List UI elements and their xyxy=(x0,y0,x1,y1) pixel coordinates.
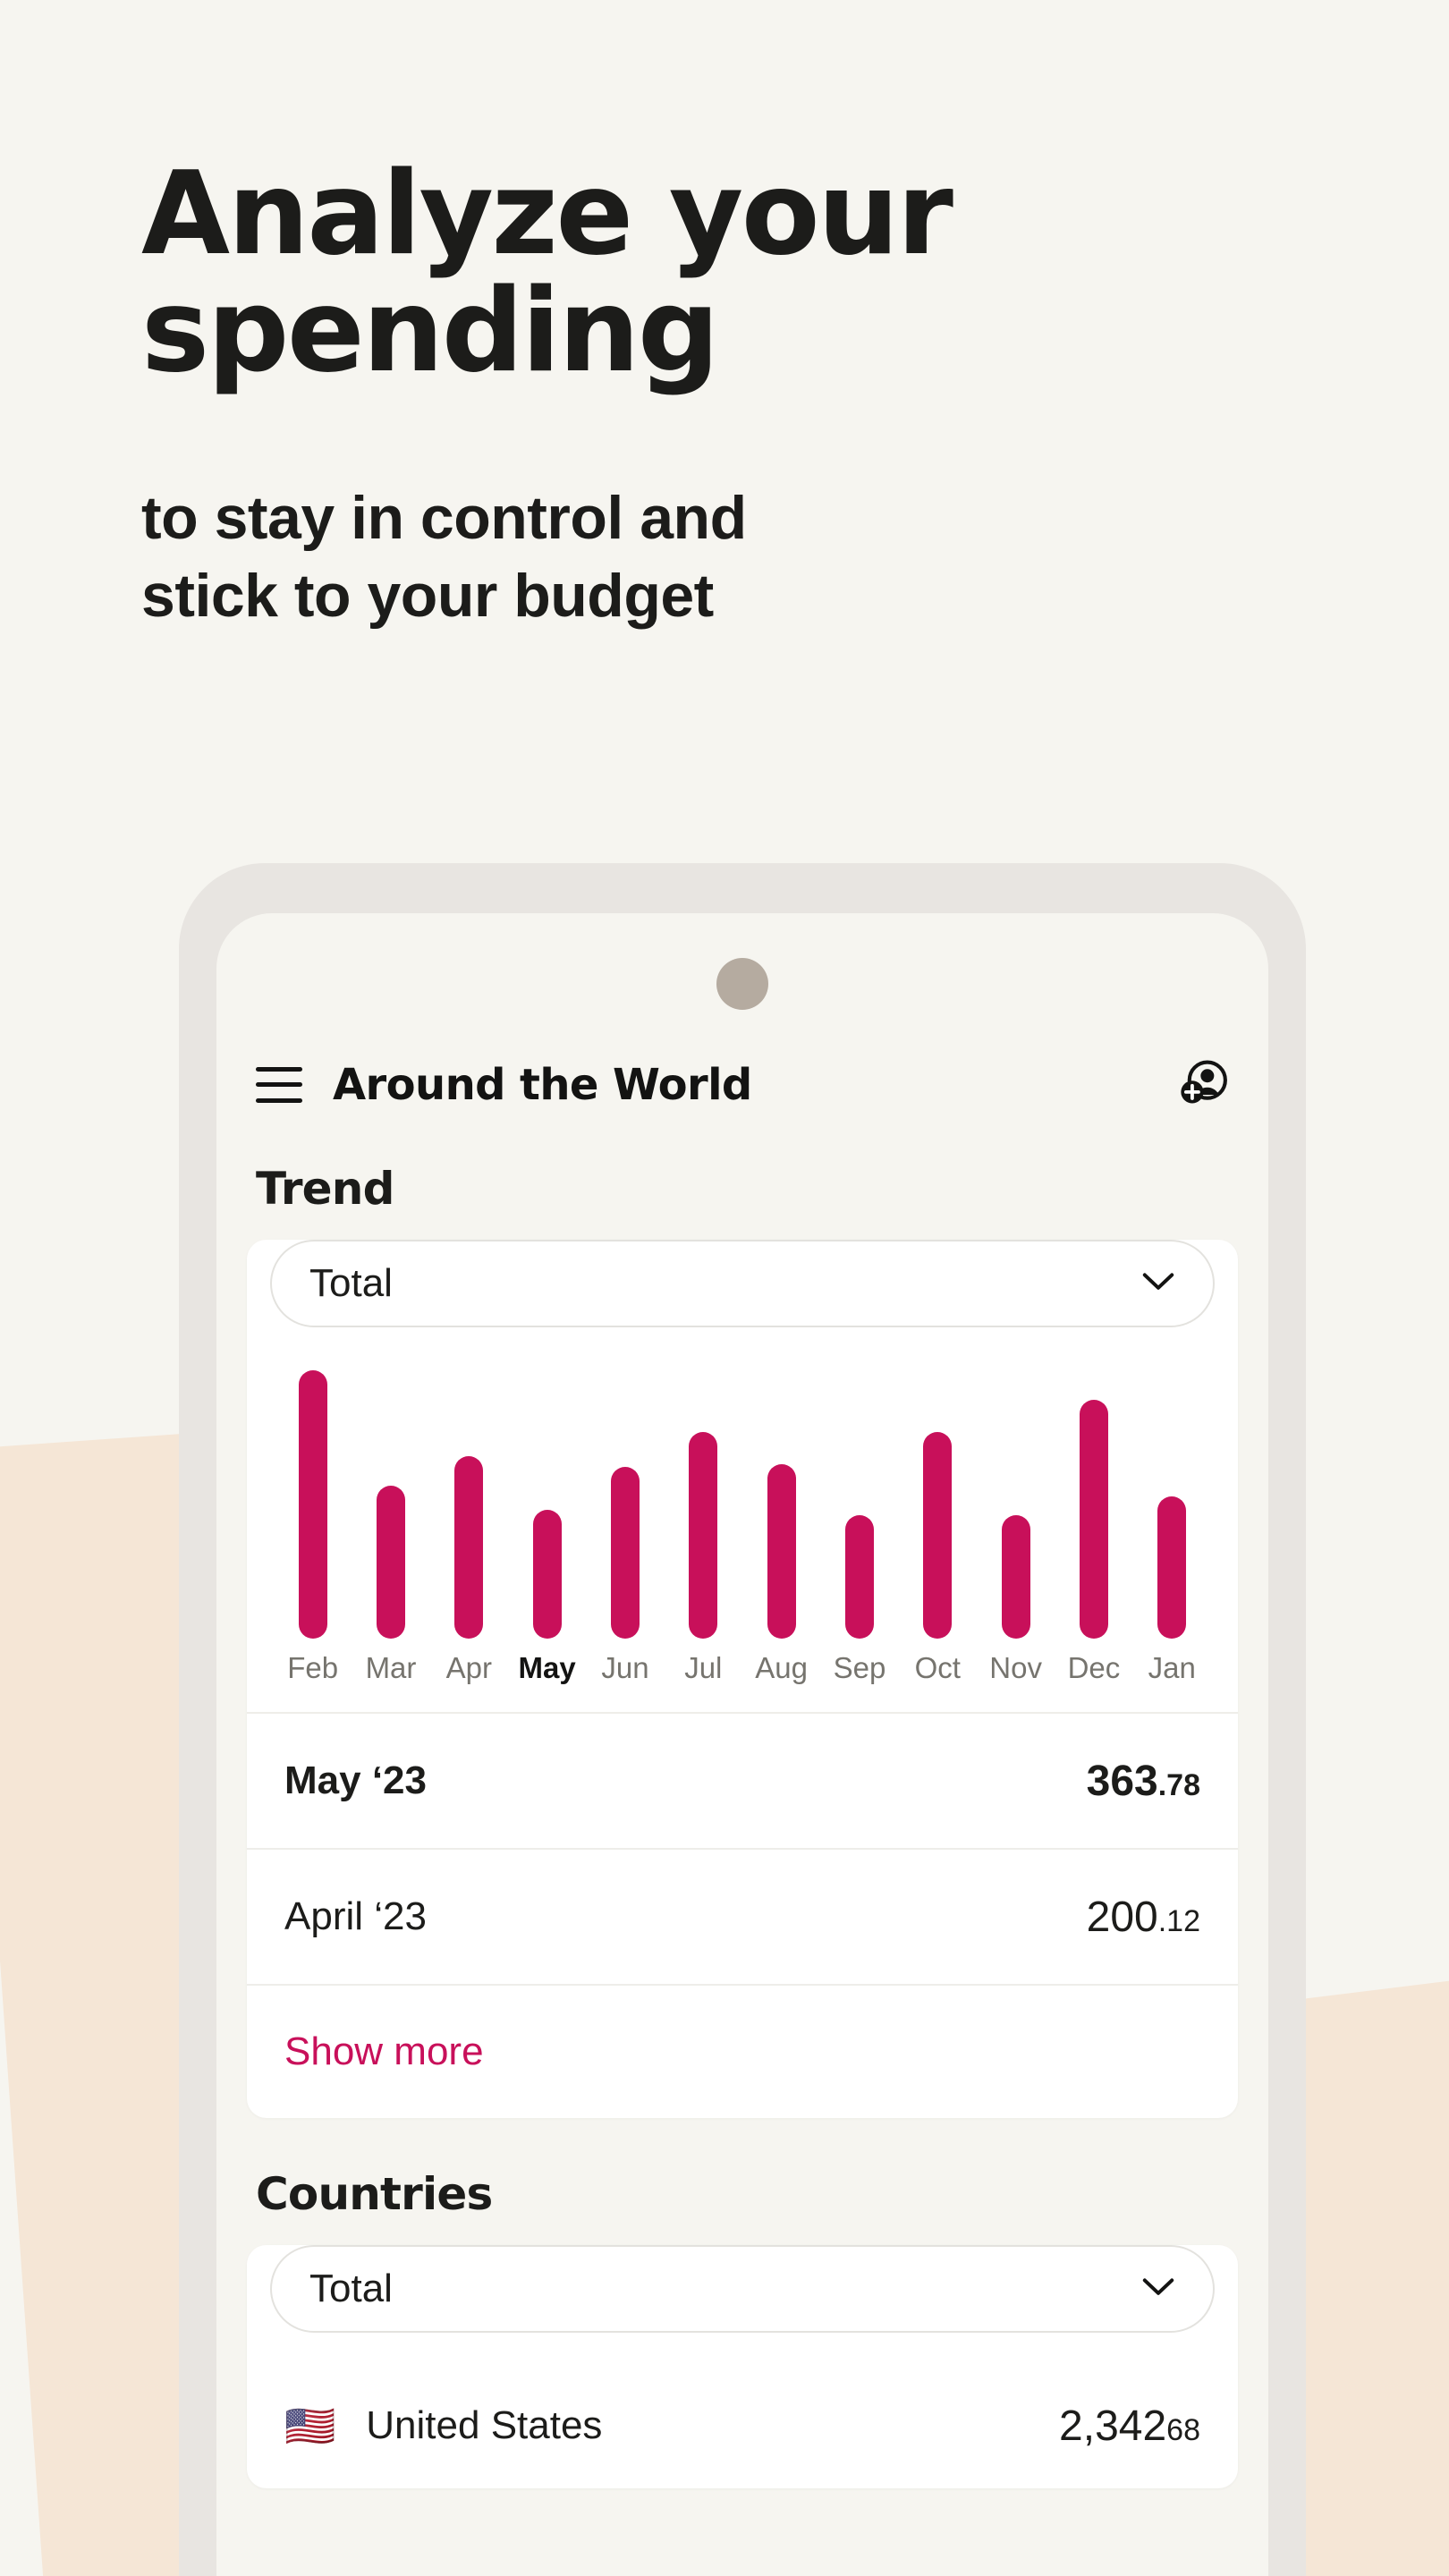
chart-bar[interactable] xyxy=(610,1467,640,1639)
country-name: United States xyxy=(366,2403,603,2447)
flag-icon: 🇺🇸 xyxy=(284,2402,336,2449)
chart-bar-column[interactable] xyxy=(1133,1370,1211,1639)
show-more-label: Show more xyxy=(284,2029,484,2073)
chart-bar[interactable] xyxy=(454,1456,484,1639)
chart-bar[interactable] xyxy=(844,1515,874,1639)
chart-x-label[interactable]: Feb xyxy=(274,1651,352,1685)
phone-mockup: Around the World Trend Total Feb Mar Apr… xyxy=(179,863,1306,2576)
trend-row-amount: 200.12 xyxy=(1087,1893,1200,1942)
chart-bar[interactable] xyxy=(376,1486,405,1639)
hero-title-line-1: Analyze your xyxy=(141,148,953,281)
chart-bars xyxy=(274,1370,1211,1639)
app-header: Around the World xyxy=(216,913,1268,1113)
chart-bar-column[interactable] xyxy=(977,1370,1055,1639)
chart-x-label[interactable]: May xyxy=(508,1651,586,1685)
chart-bar-column[interactable] xyxy=(430,1370,508,1639)
amount-cents: .12 xyxy=(1157,1903,1200,1938)
hero-title-line-2: spending xyxy=(141,264,720,398)
chart-x-label[interactable]: Jul xyxy=(665,1651,742,1685)
list-item[interactable]: 🇺🇸 United States 2,34268 xyxy=(247,2363,1238,2488)
chart-bar-column[interactable] xyxy=(586,1370,664,1639)
hero-subtitle: to stay in control and stick to your bud… xyxy=(141,479,1054,635)
chart-bar[interactable] xyxy=(1157,1496,1187,1639)
chart-x-label[interactable]: Aug xyxy=(742,1651,820,1685)
chart-bar-column[interactable] xyxy=(352,1370,429,1639)
chart-bar-column[interactable] xyxy=(1055,1370,1132,1639)
chart-bar[interactable] xyxy=(689,1432,718,1639)
phone-camera-icon xyxy=(716,958,768,1010)
chart-bar[interactable] xyxy=(1001,1515,1030,1639)
hero-title: Analyze your spending xyxy=(141,148,1018,398)
hero-subtitle-line-2: stick to your budget xyxy=(141,562,714,631)
chart-bar[interactable] xyxy=(532,1510,562,1639)
chart-x-labels: Feb Mar Apr May Jun Jul Aug Sep Oct Nov Dec Jan xyxy=(274,1651,1211,1712)
table-row[interactable]: April ‘23 200.12 xyxy=(247,1848,1238,1984)
chart-bar-column[interactable] xyxy=(820,1370,898,1639)
chart-x-label[interactable]: Mar xyxy=(352,1651,429,1685)
trend-row-amount: 363.78 xyxy=(1087,1757,1200,1806)
phone-screen: Around the World Trend Total Feb Mar Apr… xyxy=(216,913,1268,2576)
countries-filter-value: Total xyxy=(309,2267,393,2310)
countries-filter-select[interactable]: Total xyxy=(270,2245,1215,2333)
chart-bar[interactable] xyxy=(298,1370,327,1639)
chart-bar-column[interactable] xyxy=(274,1370,352,1639)
show-more-button[interactable]: Show more xyxy=(247,1984,1238,2118)
trend-row-label: May ‘23 xyxy=(284,1758,427,1802)
chart-bar-column[interactable] xyxy=(899,1370,977,1639)
chart-bar[interactable] xyxy=(1079,1400,1108,1639)
trend-card: Total Feb Mar Apr May Jun Jul Aug Sep Oct Nov Dec J… xyxy=(247,1240,1238,2118)
chart-x-label[interactable]: Nov xyxy=(977,1651,1055,1685)
trend-filter-value: Total xyxy=(309,1261,393,1305)
chevron-down-icon xyxy=(1141,1271,1175,1297)
chart-x-label[interactable]: Oct xyxy=(899,1651,977,1685)
hero-subtitle-line-1: to stay in control and xyxy=(141,484,747,553)
countries-section-title: Countries xyxy=(256,2168,493,2220)
chart-bar-column[interactable] xyxy=(742,1370,820,1639)
trend-row-label: April ‘23 xyxy=(284,1894,427,1938)
amount-whole: 2,342 xyxy=(1059,2402,1167,2450)
chart-x-label[interactable]: Apr xyxy=(430,1651,508,1685)
chart-bar[interactable] xyxy=(767,1464,796,1639)
chart-bar-column[interactable] xyxy=(665,1370,742,1639)
chart-x-label[interactable]: Jun xyxy=(586,1651,664,1685)
chart-bar-column[interactable] xyxy=(508,1370,586,1639)
amount-whole: 200 xyxy=(1086,1893,1158,1941)
amount-whole: 363 xyxy=(1086,1757,1158,1805)
chart-x-label[interactable]: Dec xyxy=(1055,1651,1132,1685)
chevron-down-icon xyxy=(1141,2276,1175,2302)
amount-cents: 68 xyxy=(1166,2412,1200,2447)
trend-filter-select[interactable]: Total xyxy=(270,1240,1215,1327)
chart-x-label[interactable]: Sep xyxy=(820,1651,898,1685)
chart-x-label[interactable]: Jan xyxy=(1133,1651,1211,1685)
amount-cents: .78 xyxy=(1157,1767,1200,1802)
table-row[interactable]: May ‘23 363.78 xyxy=(247,1712,1238,1848)
hamburger-menu-icon[interactable] xyxy=(256,1066,302,1103)
countries-card: Total 🇺🇸 United States 2,34268 xyxy=(247,2245,1238,2488)
chart-bar[interactable] xyxy=(923,1432,953,1639)
add-person-icon[interactable] xyxy=(1177,1056,1229,1113)
hero-copy: Analyze your spending to stay in control… xyxy=(141,148,1215,635)
app-title: Around the World xyxy=(333,1059,752,1110)
trend-section-title: Trend xyxy=(256,1163,394,1215)
trend-bar-chart: Feb Mar Apr May Jun Jul Aug Sep Oct Nov Dec Jan xyxy=(247,1327,1238,1712)
country-amount: 2,34268 xyxy=(1059,2402,1200,2451)
